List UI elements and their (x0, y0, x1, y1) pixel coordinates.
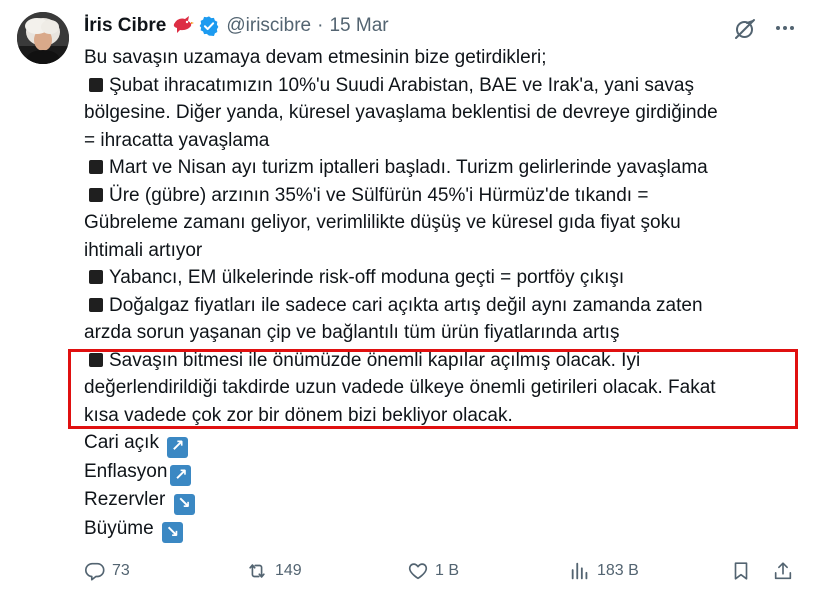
down-right-arrow-icon: ↘ (161, 522, 183, 543)
heart-icon (408, 563, 428, 580)
text-line: Doğalgaz fiyatları ile sadece cari açıkt… (109, 294, 703, 316)
black-square-icon (89, 77, 103, 92)
up-right-arrow-icon: ↗ (167, 436, 189, 458)
text-line: Mart ve Nisan ayı turizm iptalleri başla… (109, 157, 708, 178)
indicator-label: Büyüme (84, 517, 154, 539)
reply-icon (85, 562, 105, 581)
bullet-line: Doğalgaz fiyatları ile sadece cari açıkt… (84, 292, 800, 320)
more-icon[interactable] (772, 16, 798, 40)
like-button[interactable]: 1 B (407, 556, 459, 586)
views-button[interactable]: 183 B (569, 556, 639, 586)
indicator-label: Cari açık (84, 432, 159, 453)
bullet-line: Üre (gübre) arzının 35%'i ve Sülfürün 45… (84, 182, 800, 210)
indicator-line: Cari açık ↗ (84, 429, 800, 458)
up-right-arrow-icon: ↗ (170, 465, 192, 486)
black-square-icon (89, 270, 103, 284)
tweet-text: Bu savaşın uzamaya devam etmesinin bize … (84, 44, 800, 543)
avatar[interactable] (17, 12, 69, 64)
indicator-line: Enflasyon ↗ (84, 458, 800, 486)
text-line: = ihracatta yavaşlama (84, 129, 270, 151)
text-line: Şubat ihracatımızın 10%'u Suudi Arabista… (109, 74, 694, 96)
repost-icon (249, 564, 265, 578)
red-highlight-box (68, 349, 798, 429)
verified-badge-icon[interactable] (198, 15, 220, 37)
bookmark-icon (734, 562, 748, 580)
author-handle[interactable]: @iriscibre (226, 15, 311, 37)
black-square-icon (89, 160, 103, 174)
bullet-line: Mart ve Nisan ayı turizm iptalleri başla… (84, 154, 800, 182)
repost-count: 149 (275, 562, 302, 579)
author-name[interactable]: İris Cibre (84, 15, 166, 37)
share-button[interactable] (772, 556, 794, 586)
tweet: İris Cibre @iriscibre · 15 Mar Bu savaşı… (0, 0, 814, 592)
indicator-line: Rezervler ↘ (84, 486, 800, 515)
indicator-label: Rezervler (84, 489, 166, 510)
tweet-date[interactable]: 15 Mar (329, 15, 388, 37)
share-icon (774, 562, 792, 580)
view-count: 183 B (597, 562, 639, 579)
text-line: arzda sorun yaşanan çip ve bağlantılı tü… (84, 322, 620, 343)
repost-button[interactable]: 149 (245, 556, 302, 586)
indicator-line: Büyüme ↘ (84, 515, 800, 543)
black-square-icon (89, 297, 103, 312)
action-bar: 73 149 1 B 183 B (0, 556, 814, 586)
black-square-icon (89, 187, 103, 202)
avatar-image (17, 12, 69, 64)
header-separator: · (317, 15, 324, 36)
text-line: bölgesine. Diğer yanda, küresel yavaşlam… (84, 102, 718, 123)
indicator-label: Enflasyon (84, 460, 168, 482)
text-line: Bu savaşın uzamaya devam etmesinin bize … (84, 47, 547, 68)
tweet-header: İris Cibre @iriscibre · 15 Mar (84, 13, 389, 39)
text-line: Yabancı, EM ülkelerinde risk-off moduna … (109, 267, 625, 288)
reply-count: 73 (112, 562, 130, 579)
reply-button[interactable]: 73 (84, 556, 130, 586)
down-right-arrow-icon: ↘ (173, 493, 195, 515)
text-line: Üre (gübre) arzının 35%'i ve Sülfürün 45… (109, 184, 649, 206)
grok-icon[interactable] (733, 17, 757, 41)
bullet-line: Şubat ihracatımızın 10%'u Suudi Arabista… (84, 72, 800, 100)
bullet-line: Yabancı, EM ülkelerinde risk-off moduna … (84, 264, 800, 292)
text-line: ihtimali artıyor (84, 239, 203, 261)
bookmark-button[interactable] (730, 556, 752, 586)
text-line: Gübreleme zamanı geliyor, verimlilikte d… (84, 212, 681, 233)
red-bird-icon (172, 14, 195, 38)
like-count: 1 B (435, 562, 460, 579)
views-icon (571, 562, 588, 580)
